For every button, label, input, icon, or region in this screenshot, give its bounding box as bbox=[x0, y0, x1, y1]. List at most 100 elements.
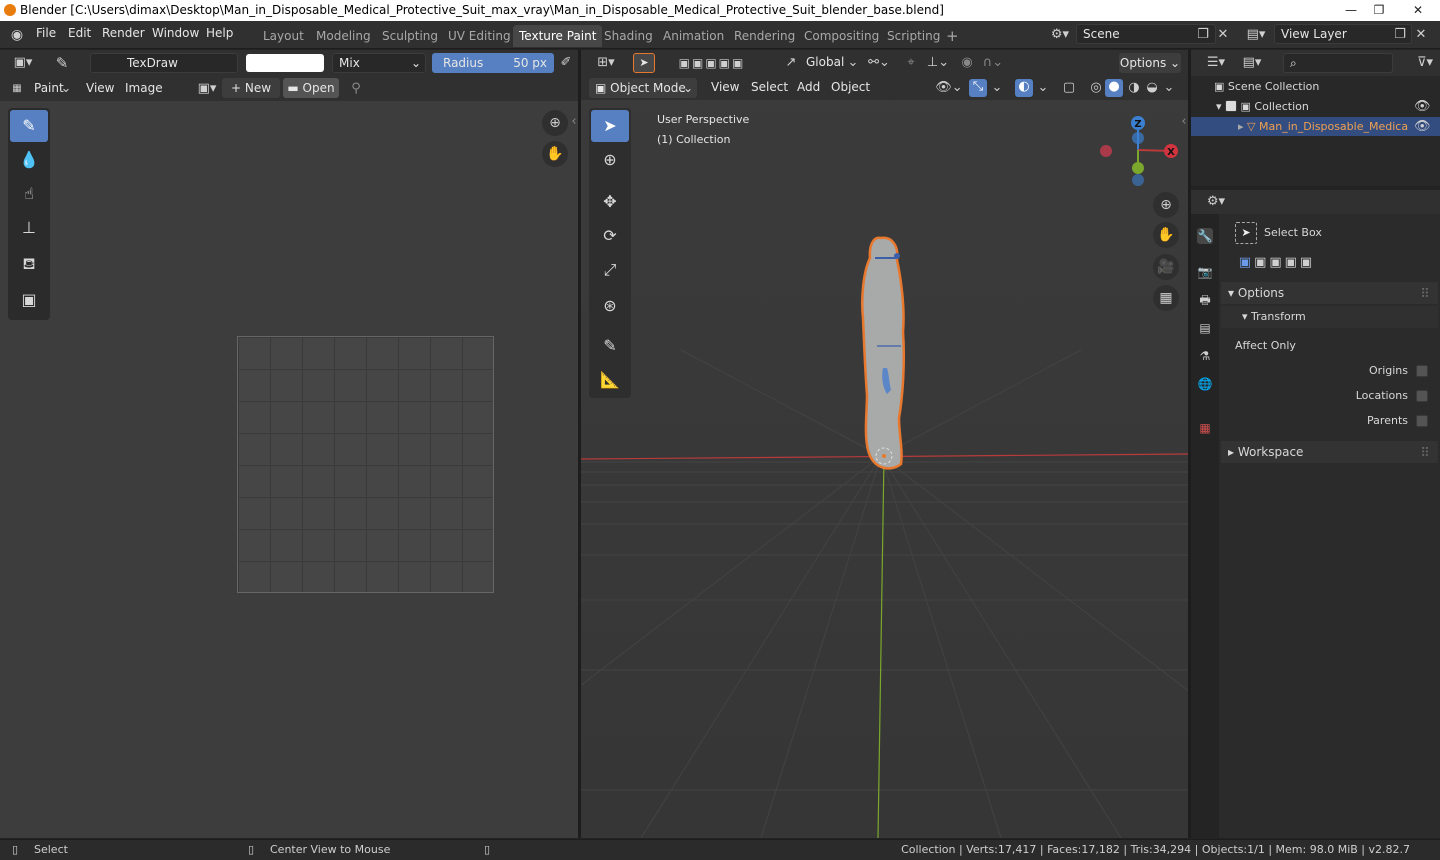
brush-color-swatch[interactable] bbox=[246, 54, 324, 72]
rotate-tool-icon[interactable]: ⟳ bbox=[591, 220, 629, 252]
delete-scene-icon[interactable]: ✕ bbox=[1216, 27, 1230, 43]
mask-tool-icon[interactable]: ▣ bbox=[10, 284, 48, 316]
snap-icon[interactable]: ⌖ bbox=[902, 55, 920, 71]
visibility-eye-icon[interactable]: 👁 bbox=[1414, 119, 1431, 135]
view-layer-field[interactable]: View Layer bbox=[1274, 24, 1412, 44]
menu-object[interactable]: Object bbox=[831, 80, 870, 94]
new-image-button[interactable]: + New bbox=[222, 78, 280, 98]
character-model[interactable] bbox=[861, 236, 906, 470]
draw-tool-icon[interactable]: ✎ bbox=[10, 110, 48, 142]
snap-target-icon[interactable]: ⊥⌄ bbox=[924, 55, 952, 71]
filter-icon[interactable]: ⊽▾ bbox=[1415, 55, 1435, 71]
selection-mode-icons[interactable]: ▣▣▣▣▣ bbox=[1229, 255, 1325, 271]
scene-selector-icon[interactable]: ⚙▾ bbox=[1046, 27, 1074, 43]
minimize-button[interactable]: — bbox=[1336, 0, 1366, 20]
menu-render[interactable]: Render bbox=[102, 26, 145, 40]
image-browse-icon[interactable]: ▣▾ bbox=[194, 81, 220, 97]
render-tab-icon[interactable]: 📷 bbox=[1197, 264, 1213, 280]
image-canvas-grid[interactable] bbox=[237, 336, 494, 593]
world-tab-icon[interactable]: 🌐 bbox=[1197, 376, 1213, 392]
transform-orientation-dropdown[interactable]: Global bbox=[806, 55, 844, 69]
drag-handle-icon[interactable]: ⠿ bbox=[1418, 287, 1432, 303]
blend-mode-dropdown[interactable]: Mix ⌄ bbox=[332, 53, 426, 73]
chevron-down-icon[interactable]: ⌄ bbox=[1037, 80, 1049, 96]
zoom-icon[interactable]: ⊕ bbox=[1153, 192, 1179, 218]
tab-animation[interactable]: Animation bbox=[657, 25, 730, 47]
menu-file[interactable]: File bbox=[36, 26, 56, 40]
new-view-layer-icon[interactable]: ❐ bbox=[1393, 27, 1407, 43]
tab-shading[interactable]: Shading bbox=[598, 25, 659, 47]
scene-name-field[interactable]: Scene bbox=[1076, 24, 1216, 44]
gizmo-z-dot[interactable] bbox=[1132, 174, 1144, 186]
menu-select[interactable]: Select bbox=[751, 80, 788, 94]
solid-shading-icon[interactable]: ● bbox=[1105, 79, 1123, 97]
outliner-scene-collection[interactable]: ▣ Scene Collection bbox=[1214, 77, 1319, 97]
tab-texture-paint[interactable]: Texture Paint bbox=[513, 25, 603, 47]
tab-layout[interactable]: Layout bbox=[257, 25, 310, 47]
pan-hand-icon[interactable]: ✋ bbox=[542, 141, 568, 167]
menu-window[interactable]: Window bbox=[152, 26, 199, 40]
parents-checkbox[interactable] bbox=[1416, 415, 1428, 427]
tab-modeling[interactable]: Modeling bbox=[310, 25, 377, 47]
tab-compositing[interactable]: Compositing bbox=[798, 25, 885, 47]
origins-checkbox[interactable] bbox=[1416, 365, 1428, 377]
restore-button[interactable]: ❐ bbox=[1364, 0, 1394, 20]
add-workspace-button[interactable]: + bbox=[940, 25, 965, 47]
close-button[interactable]: ✕ bbox=[1398, 0, 1438, 20]
radius-slider[interactable]: Radius 50 px bbox=[432, 53, 554, 73]
blender-menu-icon[interactable]: ◉ bbox=[8, 27, 26, 43]
editor-type-icon[interactable]: ▣▾ bbox=[8, 55, 38, 71]
select-box-icon[interactable]: ➤ bbox=[633, 53, 655, 73]
gizmo-toggle-icon[interactable]: ⤡ bbox=[969, 79, 987, 97]
measure-tool-icon[interactable]: 📐 bbox=[591, 364, 629, 396]
options-dropdown[interactable]: Options ⌄ bbox=[1119, 53, 1181, 73]
xray-toggle-icon[interactable]: ▢ bbox=[1061, 80, 1077, 96]
open-image-button[interactable]: ▬ Open bbox=[283, 78, 339, 98]
brush-name-field[interactable]: TexDraw bbox=[90, 53, 238, 73]
annotate-tool-icon[interactable]: ✎ bbox=[591, 330, 629, 362]
menu-edit[interactable]: Edit bbox=[68, 26, 91, 40]
fill-tool-icon[interactable]: ⛾ bbox=[10, 248, 48, 280]
selection-mode-icons[interactable]: ▣▣▣▣▣ bbox=[669, 55, 755, 71]
material-shading-icon[interactable]: ◑ bbox=[1125, 80, 1143, 96]
pivot-point-icon[interactable]: ⚯⌄ bbox=[867, 55, 891, 71]
collapse-sidebar-icon[interactable]: ‹ bbox=[1179, 114, 1189, 130]
soften-tool-icon[interactable]: 💧 bbox=[10, 144, 48, 176]
menu-image[interactable]: Image bbox=[125, 81, 163, 95]
editor-type-icon[interactable]: ⚙▾ bbox=[1201, 194, 1231, 210]
tab-scripting[interactable]: Scripting bbox=[881, 25, 946, 47]
scale-tool-icon[interactable]: ⤢ bbox=[591, 254, 629, 286]
falloff-icon[interactable]: ∩⌄ bbox=[979, 55, 1007, 71]
object-mode-dropdown[interactable]: ▣ Object Mode ⌄ bbox=[589, 78, 697, 98]
chevron-down-icon[interactable]: ⌄ bbox=[991, 80, 1003, 96]
menu-view[interactable]: View bbox=[86, 81, 114, 95]
display-mode-icon[interactable]: ▤▾ bbox=[1237, 55, 1267, 71]
gizmo-y-icon[interactable] bbox=[1132, 162, 1144, 174]
zoom-icon[interactable]: ⊕ bbox=[542, 110, 568, 136]
options-panel-title[interactable]: ▾ Options bbox=[1228, 283, 1284, 303]
locations-checkbox[interactable] bbox=[1416, 390, 1428, 402]
tool-settings-tab-icon[interactable]: 🔧 bbox=[1197, 228, 1213, 244]
new-scene-icon[interactable]: ❐ bbox=[1196, 27, 1210, 43]
pressure-pen-icon[interactable]: ✐ bbox=[558, 55, 574, 71]
proportional-edit-icon[interactable]: ◉ bbox=[959, 55, 975, 71]
outliner-collection[interactable]: ▾ ▣ Collection bbox=[1216, 97, 1309, 117]
texture-tab-icon[interactable]: ▦ bbox=[1197, 420, 1213, 436]
visibility-eye-icon[interactable]: 👁 bbox=[1414, 99, 1431, 115]
collection-checkbox[interactable] bbox=[1225, 100, 1238, 112]
wireframe-shading-icon[interactable]: ◎ bbox=[1087, 80, 1105, 96]
camera-view-icon[interactable]: 🎥 bbox=[1153, 254, 1179, 280]
transform-subpanel-title[interactable]: ▾ Transform bbox=[1242, 307, 1306, 327]
gizmo-neg-x-icon[interactable] bbox=[1100, 145, 1112, 157]
select-box-tool-icon[interactable]: ➤ bbox=[591, 110, 629, 142]
menu-add[interactable]: Add bbox=[797, 80, 820, 94]
scene-tab-icon[interactable]: ⚗ bbox=[1197, 348, 1213, 364]
chevron-down-icon[interactable]: ⌄ bbox=[1163, 80, 1175, 96]
view-layer-selector-icon[interactable]: ▤▾ bbox=[1242, 27, 1270, 43]
perspective-toggle-icon[interactable]: ▦ bbox=[1153, 285, 1179, 311]
editor-type-icon[interactable]: ☰▾ bbox=[1201, 55, 1231, 71]
expand-arrow-icon[interactable]: ▸ bbox=[1238, 120, 1247, 133]
tab-rendering[interactable]: Rendering bbox=[728, 25, 801, 47]
pin-icon[interactable]: ⚲ bbox=[348, 81, 364, 97]
brush-icon[interactable]: ✎ bbox=[52, 55, 72, 71]
